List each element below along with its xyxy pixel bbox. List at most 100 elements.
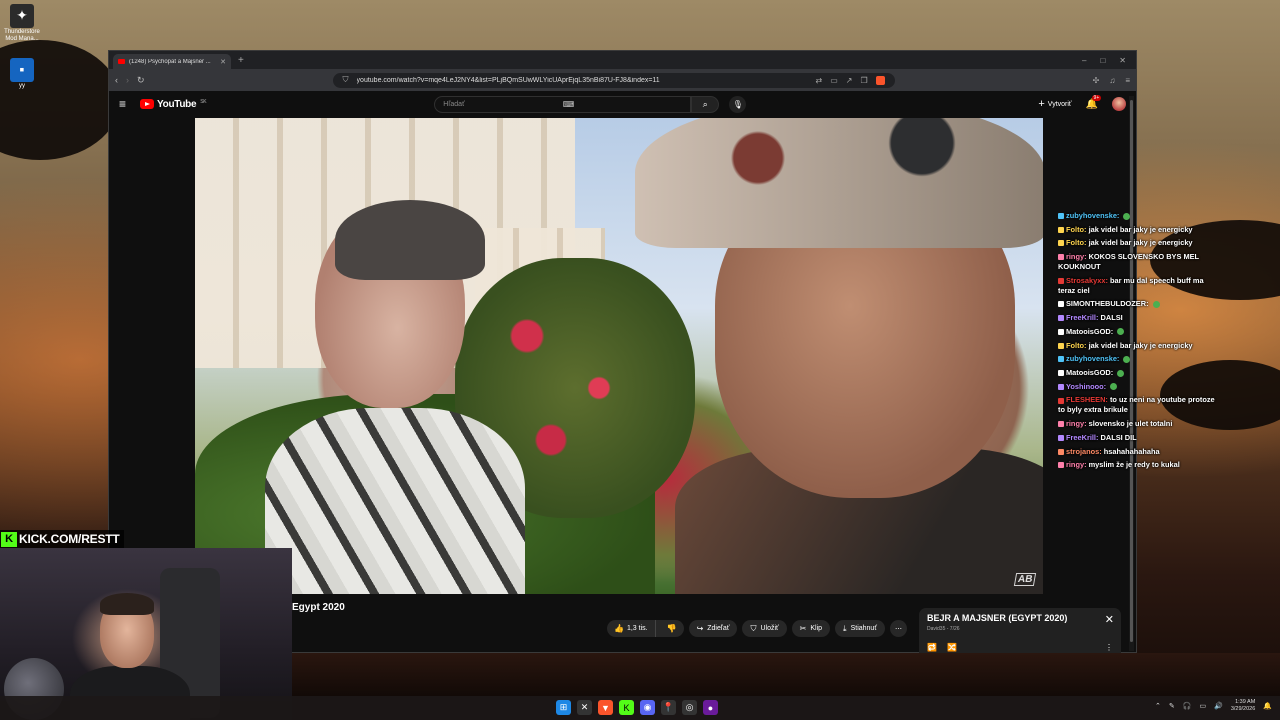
chat-username[interactable]: Folto: — [1066, 225, 1087, 234]
chat-username[interactable]: ringy: — [1066, 460, 1087, 469]
pen-icon[interactable]: ✎ — [1169, 702, 1175, 710]
new-tab-button[interactable]: + — [238, 55, 244, 66]
chat-username[interactable]: MatooisGOD: — [1066, 368, 1113, 377]
reload-icon[interactable]: ↻ — [137, 75, 145, 86]
brave-shield-icon[interactable] — [875, 75, 885, 85]
more-icon: ⋯ — [894, 625, 902, 633]
chat-username[interactable]: ringy: — [1066, 419, 1087, 428]
minimize-button[interactable]: – — [1082, 56, 1086, 65]
chat-badge-icon — [1058, 434, 1064, 441]
taskbar-apps: ⊞ ✕ ▼ K ◉ 📍 ◎ ● — [556, 700, 718, 715]
create-label: Vytvoriť — [1047, 100, 1072, 108]
like-button[interactable]: 👍 1,3 tis. — [607, 620, 656, 637]
loop-icon[interactable]: 🔁 — [927, 643, 937, 652]
video-player[interactable]: AB — [195, 118, 1043, 594]
dislike-button[interactable]: 👎 — [660, 620, 684, 637]
url-text[interactable]: youtube.com/watch?v=mqe4LeJ2NY4&list=PLj… — [357, 77, 808, 84]
steam-icon[interactable]: ◎ — [682, 700, 697, 715]
keyboard-icon[interactable]: ⌨ — [563, 100, 683, 109]
chat-text: hsahahahahaha — [1103, 446, 1160, 456]
bookmark-icon[interactable]: ⛉ — [343, 75, 349, 85]
chat-username[interactable]: Yoshinooo: — [1066, 382, 1106, 391]
app-icon[interactable]: ✕ — [577, 700, 592, 715]
discord-icon[interactable]: ◉ — [640, 700, 655, 715]
desktop-icon-thunderstore[interactable]: ✦ Thunderstore Mod Mana... — [2, 4, 42, 42]
kick-app-icon[interactable]: K — [619, 700, 634, 715]
chat-username[interactable]: Folto: — [1066, 238, 1087, 247]
search-input[interactable]: Hľadať ⌨ — [434, 95, 692, 113]
brave-icon[interactable]: ▼ — [598, 700, 613, 715]
region-code: SK — [200, 98, 207, 105]
share-icon[interactable]: ↗ — [846, 76, 853, 85]
chat-username[interactable]: FreeKrill: — [1066, 433, 1098, 442]
clock[interactable]: 1:39 AM 3/29/2026 — [1231, 699, 1255, 713]
close-tab-icon[interactable]: ✕ — [220, 58, 226, 66]
shuffle-icon[interactable]: 🔀 — [947, 643, 957, 652]
more-actions-button[interactable]: ⋯ — [889, 620, 907, 637]
playlist-title[interactable]: BEJR A MAJSNER (EGYPT 2020) — [927, 613, 1113, 623]
youtube-logo[interactable]: YouTube SK — [140, 98, 207, 110]
chat-message: strojanos: hsahahahahaha — [1058, 447, 1218, 457]
chat-username[interactable]: FreeKrill: — [1066, 313, 1098, 322]
close-playlist-icon[interactable]: ✕ — [1105, 613, 1114, 626]
close-window-button[interactable]: ✕ — [1119, 56, 1126, 65]
start-icon[interactable]: ⊞ — [556, 700, 571, 715]
notifications-button[interactable]: 🔔 9+ — [1086, 94, 1102, 110]
media-icon[interactable]: ♫ — [1109, 76, 1115, 85]
window-controls: – □ ✕ — [1082, 56, 1136, 65]
chat-badge-icon — [1058, 277, 1064, 284]
chat-text: DALSI DIL — [1100, 432, 1137, 442]
desktop-icon-yy[interactable]: ▪ yy — [2, 58, 42, 90]
channel-watermark[interactable]: AB — [1013, 573, 1037, 586]
youtube-favicon-icon — [118, 59, 125, 64]
chat-username[interactable]: MatooisGOD: — [1066, 327, 1113, 336]
chat-username[interactable]: strojanos: — [1066, 447, 1102, 456]
chat-username[interactable]: Strosakyxx: — [1066, 276, 1108, 285]
like-dislike-group: 👍 1,3 tis. 👎 — [607, 620, 684, 637]
video-actions: 👍 1,3 tis. 👎 ↪ Zdieľať ⛉ Uložiť ✂ Klip ⤓… — [607, 620, 907, 637]
search-button[interactable]: ⌕ — [691, 95, 720, 113]
create-button[interactable]: + Vytvoriť — [1038, 98, 1071, 110]
chat-message: zubyhovenske: — [1058, 354, 1218, 364]
save-button[interactable]: ⛉ Uložiť — [742, 620, 787, 637]
forward-icon[interactable]: › — [126, 75, 129, 85]
file-icon: ▪ — [10, 58, 34, 82]
chat-username[interactable]: SIMONTHEBULDOZER: — [1066, 299, 1149, 308]
maximize-button[interactable]: □ — [1100, 56, 1105, 65]
notification-icon[interactable]: 🔔 — [1263, 702, 1272, 710]
system-tray: ⌃ ✎ 🎧 ▭ 🔊 1:39 AM 3/29/2026 🔔 — [1155, 699, 1272, 713]
share-button[interactable]: ↪ Zdieľať — [688, 620, 738, 637]
chat-message: MatooisGOD: — [1058, 327, 1218, 337]
chat-badge-icon — [1058, 226, 1064, 233]
menu-icon[interactable]: ≡ — [1125, 76, 1130, 85]
address-bar[interactable]: ⛉ youtube.com/watch?v=mqe4LeJ2NY4&list=P… — [332, 72, 895, 88]
back-icon[interactable]: ‹ — [115, 75, 118, 85]
network-icon[interactable]: ▭ — [1199, 702, 1206, 710]
chat-username[interactable]: zubyhovenske: — [1066, 354, 1119, 363]
chat-message: Folto: jak videl bar jaky je energicky — [1058, 238, 1218, 248]
chat-badge-icon — [1058, 448, 1064, 455]
download-button[interactable]: ⤓ Stiahnuť — [835, 620, 885, 637]
chat-username[interactable]: Folto: — [1066, 341, 1087, 350]
headset-icon[interactable]: 🎧 — [1183, 702, 1192, 710]
extensions-icon[interactable]: ✣ — [1093, 76, 1100, 85]
chat-username[interactable]: FLESHEEN: — [1066, 395, 1108, 404]
chat-username[interactable]: ringy: — [1066, 252, 1087, 261]
cast-icon[interactable]: ▭ — [830, 76, 838, 85]
voice-search-button[interactable]: 🎙 — [729, 95, 747, 113]
obs-icon[interactable]: ● — [703, 700, 718, 715]
avatar[interactable] — [1112, 97, 1126, 111]
copy-icon[interactable]: ❐ — [860, 76, 867, 85]
pin-icon[interactable]: 📍 — [661, 700, 676, 715]
clip-button[interactable]: ✂ Klip — [791, 620, 831, 637]
browser-tab[interactable]: (1248) Psychopat a Majsner ... ✕ — [113, 54, 231, 69]
chevron-up-icon[interactable]: ⌃ — [1155, 702, 1161, 710]
playlist-more-icon[interactable]: ⋮ — [1105, 643, 1113, 652]
volume-icon[interactable]: 🔊 — [1214, 702, 1223, 710]
chat-emote-icon — [1110, 383, 1118, 391]
desktop-lower-strip — [292, 653, 1280, 696]
chat-message: ringy: KOKOS SLOVENSKO BYS MEL KOUKNOUT — [1058, 252, 1218, 272]
hamburger-menu-icon[interactable]: ≡ — [119, 97, 126, 111]
translate-icon[interactable]: ⇄ — [815, 76, 822, 85]
chat-username[interactable]: zubyhovenske: — [1066, 211, 1119, 220]
